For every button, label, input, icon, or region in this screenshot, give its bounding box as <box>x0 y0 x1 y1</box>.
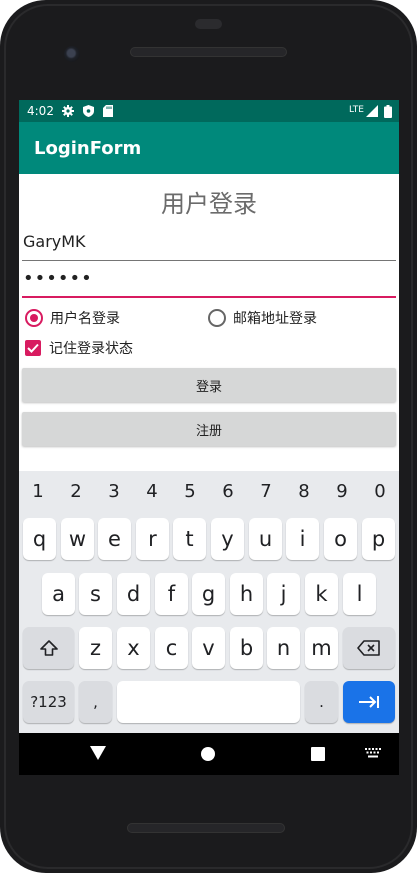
tab-next-icon <box>359 696 379 708</box>
app-title: LoginForm <box>34 138 142 159</box>
key-v[interactable]: v <box>192 627 225 669</box>
register-button[interactable]: 注册 <box>22 412 396 446</box>
shift-icon <box>39 640 58 656</box>
radio-email-label: 邮箱地址登录 <box>233 311 317 327</box>
key-k[interactable]: k <box>305 573 338 615</box>
keyboard-switch-icon[interactable] <box>365 748 381 758</box>
backspace-icon <box>357 640 380 656</box>
page-title: 用户登录 <box>161 190 257 218</box>
remember-label: 记住登录状态 <box>49 341 133 357</box>
status-time: 4:02 <box>27 104 54 118</box>
key-l[interactable]: l <box>343 573 376 615</box>
key-b[interactable]: b <box>230 627 263 669</box>
radio-email-login[interactable]: 邮箱地址登录 <box>208 305 317 331</box>
key-2[interactable]: 2 <box>57 477 95 507</box>
key-d[interactable]: d <box>117 573 150 615</box>
key-r[interactable]: r <box>136 518 169 560</box>
key-c[interactable]: c <box>155 627 188 669</box>
radio-button-unchecked[interactable] <box>208 309 226 327</box>
home-icon[interactable] <box>201 747 215 761</box>
bottom-speaker-grille <box>127 823 285 833</box>
key-m[interactable]: m <box>305 627 338 669</box>
radio-username-login[interactable]: 用户名登录 <box>25 305 120 331</box>
key-8[interactable]: 8 <box>285 477 323 507</box>
soft-keyboard: 1 2 3 4 5 6 7 8 9 0 q w e r t y u i o p … <box>19 471 399 733</box>
key-4[interactable]: 4 <box>133 477 171 507</box>
symbols-key[interactable]: ?123 <box>23 681 74 723</box>
key-t[interactable]: t <box>173 518 206 560</box>
password-field[interactable] <box>22 260 396 298</box>
login-button[interactable]: 登录 <box>22 368 396 402</box>
password-input[interactable] <box>22 260 396 296</box>
key-g[interactable]: g <box>192 573 225 615</box>
username-field[interactable] <box>22 223 396 261</box>
remember-login-checkbox-row[interactable]: 记住登录状态 <box>25 336 133 360</box>
shield-icon <box>81 104 95 118</box>
period-key[interactable]: . <box>305 681 338 723</box>
status-bar: 4:02 LTE <box>19 100 399 122</box>
key-e[interactable]: e <box>98 518 131 560</box>
battery-icon <box>381 104 395 118</box>
radio-button-checked[interactable] <box>25 309 43 327</box>
key-6[interactable]: 6 <box>209 477 247 507</box>
earpiece <box>195 19 222 29</box>
username-input[interactable] <box>22 223 396 260</box>
key-0[interactable]: 0 <box>361 477 399 507</box>
key-3[interactable]: 3 <box>95 477 133 507</box>
spacebar[interactable] <box>117 681 300 723</box>
key-s[interactable]: s <box>79 573 112 615</box>
next-key[interactable] <box>343 681 395 723</box>
key-u[interactable]: u <box>249 518 282 560</box>
key-o[interactable]: o <box>324 518 357 560</box>
key-n[interactable]: n <box>267 627 300 669</box>
key-y[interactable]: y <box>211 518 244 560</box>
comma-key[interactable]: , <box>79 681 112 723</box>
navigation-bar <box>19 733 399 775</box>
number-row: 1 2 3 4 5 6 7 8 9 0 <box>19 477 399 507</box>
settings-icon <box>61 104 75 118</box>
app-bar: LoginForm <box>19 122 399 174</box>
key-i[interactable]: i <box>286 518 319 560</box>
key-w[interactable]: w <box>61 518 94 560</box>
top-speaker-grille <box>130 47 287 57</box>
key-7[interactable]: 7 <box>247 477 285 507</box>
screen: 4:02 LTE LoginForm 用户登录 用户名登录 邮箱地址登录 <box>19 100 399 733</box>
sd-card-icon <box>101 104 115 118</box>
key-f[interactable]: f <box>155 573 188 615</box>
recents-icon[interactable] <box>311 747 325 761</box>
signal-icon <box>365 104 379 118</box>
key-z[interactable]: z <box>79 627 112 669</box>
key-p[interactable]: p <box>362 518 395 560</box>
key-1[interactable]: 1 <box>19 477 57 507</box>
key-q[interactable]: q <box>23 518 56 560</box>
radio-username-label: 用户名登录 <box>50 311 120 327</box>
network-type: LTE <box>349 105 364 115</box>
back-icon[interactable] <box>90 746 106 760</box>
key-h[interactable]: h <box>230 573 263 615</box>
front-camera <box>64 46 80 62</box>
checkbox-checked-icon[interactable] <box>25 340 41 356</box>
backspace-key[interactable] <box>343 627 395 669</box>
key-j[interactable]: j <box>267 573 300 615</box>
key-9[interactable]: 9 <box>323 477 361 507</box>
key-5[interactable]: 5 <box>171 477 209 507</box>
key-x[interactable]: x <box>117 627 150 669</box>
key-a[interactable]: a <box>42 573 75 615</box>
shift-key[interactable] <box>23 627 74 669</box>
